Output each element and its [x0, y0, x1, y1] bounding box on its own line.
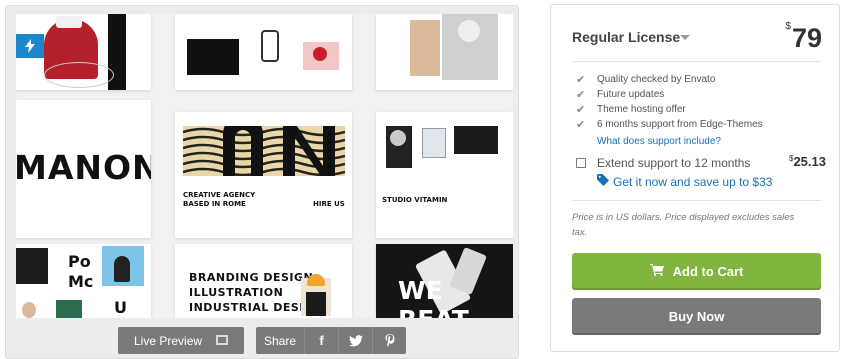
live-preview-button[interactable]: Live Preview [118, 327, 244, 354]
feature-item: ✔ Theme hosting offer [576, 104, 686, 116]
preview-tile-products [175, 14, 352, 90]
check-icon: ✔ [576, 119, 586, 131]
apple-image [313, 47, 327, 61]
cart-icon [649, 264, 664, 279]
lightning-icon [16, 34, 44, 58]
price-note: Price is in US dollars. Price displayed … [572, 212, 795, 238]
twitter-icon[interactable] [338, 327, 372, 354]
item-preview-panel: MANON CREATIVE AGENCY BASED IN ROME HIRE… [5, 5, 519, 359]
tag-icon [597, 174, 609, 189]
support-info-link[interactable]: What does support include? [597, 136, 721, 147]
extend-support-price: $25.13 [789, 154, 826, 169]
buy-now-button[interactable]: Buy Now [572, 298, 821, 335]
license-name: Regular License [572, 29, 681, 45]
preview-screenshot[interactable]: MANON CREATIVE AGENCY BASED IN ROME HIRE… [16, 14, 513, 318]
add-to-cart-button[interactable]: Add to Cart [572, 253, 821, 290]
extend-support-label[interactable]: Extend support to 12 months [597, 156, 750, 170]
facebook-icon[interactable]: f [304, 327, 338, 354]
preview-tile-agency: CREATIVE AGENCY BASED IN ROME HIRE US [175, 112, 352, 238]
divider [572, 61, 821, 62]
preview-window-icon [216, 335, 228, 345]
vr-headset-image [56, 16, 82, 28]
chevron-down-icon [680, 35, 690, 40]
manon-heading: MANON [16, 148, 151, 187]
pinterest-icon[interactable] [372, 327, 406, 354]
feature-item: ✔ Future updates [576, 89, 665, 101]
check-icon: ✔ [576, 104, 586, 116]
check-icon: ✔ [576, 74, 586, 86]
preview-tile-weareat: WE REAT [376, 244, 513, 318]
feature-item: ✔ Quality checked by Envato [576, 74, 716, 86]
divider [572, 200, 821, 201]
preview-tile-branding: BRANDING DESIGN ILLUSTRATION INDUSTRIAL … [175, 244, 352, 318]
phone-image [261, 30, 279, 62]
check-icon: ✔ [576, 89, 586, 101]
feature-item: ✔ 6 months support from Edge-Themes [576, 119, 763, 131]
purchase-panel: Regular License $79 ✔ Quality checked by … [550, 4, 840, 352]
preview-tile-pomo: Po Mc U [16, 244, 151, 318]
preview-tile-studio: STUDIO VITAMIN [376, 112, 513, 238]
license-selector[interactable]: Regular License $79 [572, 21, 822, 53]
preview-tile-portrait [376, 14, 513, 90]
extend-support-checkbox[interactable] [576, 158, 586, 168]
preview-actions: Live Preview Share f [6, 324, 518, 358]
license-price: $79 [785, 21, 822, 53]
share-bar: Share f [256, 327, 406, 354]
item-purchase-page: MANON CREATIVE AGENCY BASED IN ROME HIRE… [0, 0, 842, 359]
preview-tile-manon: MANON [16, 100, 151, 238]
extend-support-save-link[interactable]: Get it now and save up to $33 [597, 174, 772, 189]
wave-pattern [183, 126, 345, 176]
